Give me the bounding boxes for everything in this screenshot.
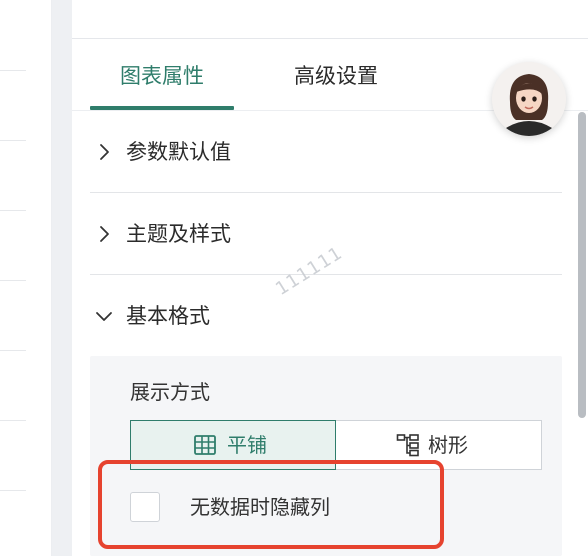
tree-structure-icon [396, 434, 419, 457]
grid-line [0, 280, 26, 281]
chevron-right-icon [100, 226, 109, 242]
display-mode-title: 展示方式 [130, 380, 210, 404]
chevron-down-icon [96, 312, 112, 321]
display-mode-tree-button[interactable]: 树形 [336, 420, 542, 470]
tab-chart-properties[interactable]: 图表属性 [90, 58, 234, 94]
accordion-divider [90, 192, 562, 193]
grid-line [0, 420, 26, 421]
accordion-parameter-defaults[interactable]: 参数默认值 [90, 112, 570, 192]
panel-top-divider [72, 38, 588, 39]
grid-line [0, 70, 26, 71]
display-mode-tile-button[interactable]: 平铺 [130, 420, 336, 470]
tile-label: 平铺 [227, 433, 267, 457]
panel-scrollbar[interactable] [578, 112, 586, 418]
chevron-right-icon [100, 144, 109, 160]
accordion-label: 基本格式 [126, 304, 210, 328]
grid-line [0, 140, 26, 141]
grid-line [0, 210, 26, 211]
accordion-basic-format[interactable]: 基本格式 [90, 276, 570, 356]
sheet-grid-strip [0, 0, 52, 556]
properties-panel: 图表属性 高级设置 参数默认值 主题及样式 基本格式 111111 展示方式 平… [72, 0, 588, 556]
hide-empty-columns-checkbox[interactable] [130, 492, 160, 522]
panel-gutter [52, 0, 72, 556]
hide-empty-columns-label: 无数据时隐藏列 [190, 495, 330, 519]
accordion-label: 主题及样式 [126, 222, 231, 246]
grid-line [0, 350, 26, 351]
app-root: 图表属性 高级设置 参数默认值 主题及样式 基本格式 111111 展示方式 平… [0, 0, 588, 556]
hide-empty-columns-option[interactable]: 无数据时隐藏列 [130, 484, 470, 534]
accordion-divider [90, 274, 562, 275]
tree-label: 树形 [428, 433, 468, 457]
accordion-label: 参数默认值 [126, 140, 231, 164]
grid-line [0, 490, 26, 491]
tab-advanced-settings[interactable]: 高级设置 [294, 58, 378, 94]
table-grid-icon [194, 435, 216, 455]
